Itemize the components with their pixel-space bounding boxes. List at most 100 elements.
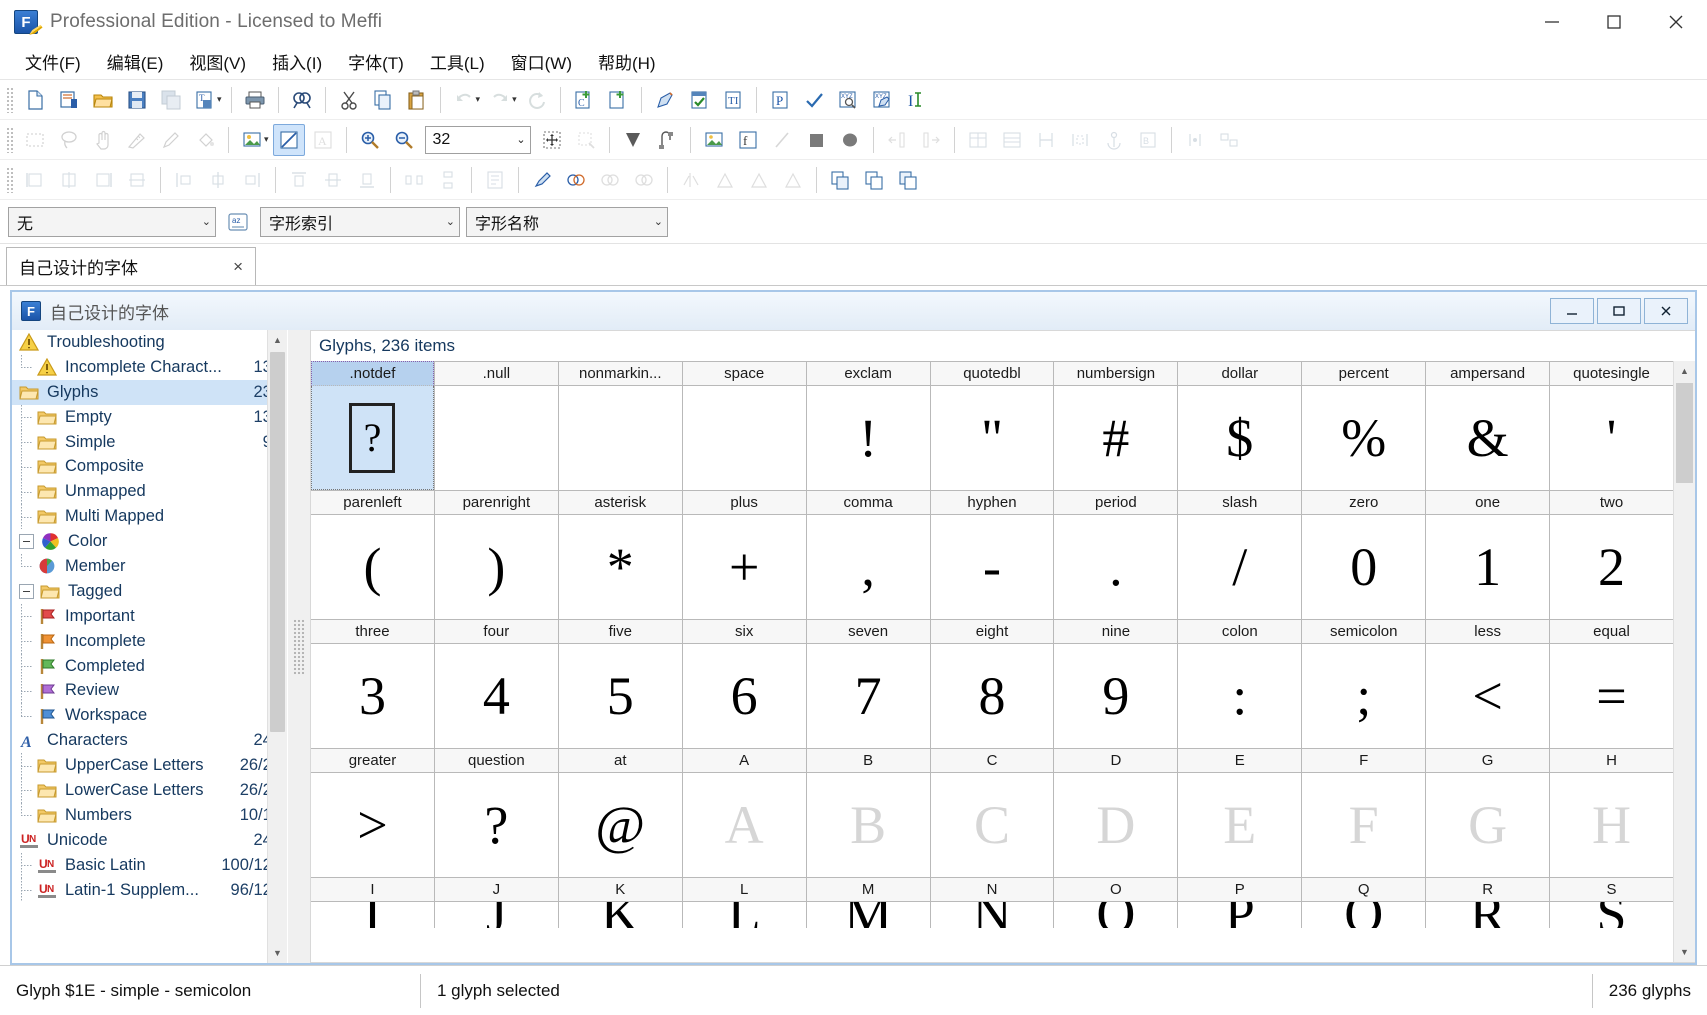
align-contour-center-icon[interactable] xyxy=(53,164,85,196)
tree-item-simple[interactable]: Simple97 xyxy=(12,429,287,455)
glyph-cell[interactable]: AA xyxy=(682,748,807,877)
chevron-down-icon[interactable]: ⌄ xyxy=(194,215,211,228)
toolbar-grip[interactable] xyxy=(6,126,13,153)
tree-item-incomplete-charact[interactable]: Incomplete Charact...138 xyxy=(12,354,287,380)
document-tab[interactable]: 自己设计的字体 × xyxy=(6,247,256,285)
glyph-cell[interactable]: II xyxy=(311,877,435,928)
glyph-cell[interactable]: .notdef? xyxy=(311,361,435,490)
grid-table-icon[interactable] xyxy=(962,124,994,156)
measure-icon[interactable] xyxy=(121,124,153,156)
glyph-cell[interactable]: one 1 xyxy=(1426,490,1551,619)
tree-item-important[interactable]: Important0 xyxy=(12,603,287,629)
glyph-cell[interactable]: question? xyxy=(434,748,559,877)
chevron-down-icon[interactable]: ⌄ xyxy=(438,215,455,228)
tree-expander[interactable] xyxy=(19,583,34,599)
glyph-cell[interactable]: LL xyxy=(682,877,807,928)
zoom-selection-icon[interactable] xyxy=(570,124,602,156)
glyph-cell[interactable]: FF xyxy=(1302,748,1427,877)
rotate-left-icon[interactable] xyxy=(743,164,775,196)
script-filter-combo[interactable]: 无 ⌄ xyxy=(8,206,216,237)
maximize-icon[interactable] xyxy=(1597,298,1641,324)
sort-az-icon[interactable]: az xyxy=(222,206,254,238)
glyph-cell[interactable]: nine 9 xyxy=(1054,619,1179,748)
intersect-contours-icon[interactable] xyxy=(628,164,660,196)
tree-item-workspace[interactable]: Workspace0 xyxy=(12,703,287,728)
glyph-cell[interactable]: zero 0 xyxy=(1302,490,1427,619)
toolbar-grip[interactable] xyxy=(6,86,13,113)
glyph-properties-icon[interactable] xyxy=(479,164,511,196)
scrollbar-thumb[interactable] xyxy=(270,352,285,732)
tree-item-empty[interactable]: Empty139 xyxy=(12,404,287,430)
glyph-cell[interactable]: greater > xyxy=(311,748,435,877)
distribute-right-icon[interactable] xyxy=(236,164,268,196)
tree-item-unicode[interactable]: UNUnicode245 xyxy=(12,828,287,853)
glyph-cell[interactable]: QQ xyxy=(1302,877,1427,928)
glyph-cell[interactable]: parenleft ( xyxy=(311,490,435,619)
fill-bucket-icon[interactable] xyxy=(189,124,221,156)
tree-item-lowercase-letters[interactable]: LowerCase Letters 26/26 xyxy=(12,778,287,803)
panel-splitter[interactable] xyxy=(288,330,310,963)
glyph-cell[interactable]: semicolon; xyxy=(1302,619,1427,748)
cut-icon[interactable] xyxy=(333,84,365,116)
glyph-index-combo[interactable]: 字形索引 ⌄ xyxy=(260,206,460,237)
menu-view[interactable]: 视图(V) xyxy=(178,43,257,80)
save-all-icon[interactable] xyxy=(155,84,187,116)
scroll-up-icon[interactable]: ▲ xyxy=(1674,361,1695,381)
glyph-cell[interactable]: RR xyxy=(1426,877,1551,928)
glyph-cell[interactable]: at @ xyxy=(558,748,683,877)
new-from-template-icon[interactable] xyxy=(53,84,85,116)
tree-expander[interactable] xyxy=(19,534,34,550)
insert-ellipse-icon[interactable] xyxy=(834,124,866,156)
anchor-icon[interactable] xyxy=(1098,124,1130,156)
close-icon[interactable]: × xyxy=(233,257,243,277)
glyph-cell[interactable]: less < xyxy=(1426,619,1551,748)
distribute-horizontal-icon[interactable] xyxy=(398,164,430,196)
scroll-down-icon[interactable]: ▼ xyxy=(1674,942,1695,962)
align-left-contour-icon[interactable] xyxy=(881,124,913,156)
xyz-preview-icon[interactable]: XYZ xyxy=(832,84,864,116)
tree-item-basic-latin[interactable]: U N Basic Latin 100/128 xyxy=(12,852,287,878)
glyph-cell[interactable]: BB xyxy=(806,748,931,877)
glyph-cell[interactable]: seven 7 xyxy=(806,619,931,748)
glyph-cell[interactable]: nonmarkin... xyxy=(558,361,683,490)
transform-nodes-icon[interactable] xyxy=(651,124,683,156)
xyz-edit-icon[interactable]: XYZ xyxy=(866,84,898,116)
test-font-icon[interactable]: TI xyxy=(717,84,749,116)
glyph-cell[interactable]: five 5 xyxy=(558,619,683,748)
glyph-cell[interactable]: ampersand & xyxy=(1426,361,1551,490)
add-glyph-icon[interactable] xyxy=(602,84,634,116)
redo-icon[interactable] xyxy=(484,84,516,116)
glyph-cell[interactable]: DD xyxy=(1054,748,1179,877)
copy-contour-icon[interactable] xyxy=(858,164,890,196)
opentype-features-icon[interactable] xyxy=(1213,124,1245,156)
glyph-cell[interactable]: six 6 xyxy=(682,619,807,748)
new-file-icon[interactable] xyxy=(19,84,51,116)
print-icon[interactable] xyxy=(239,84,271,116)
bitmap-grid-icon[interactable]: B xyxy=(1132,124,1164,156)
glyph-cell[interactable]: equal = xyxy=(1550,619,1673,748)
close-icon[interactable] xyxy=(1645,0,1707,44)
contour-view-icon[interactable] xyxy=(272,123,305,156)
union-contours-icon[interactable] xyxy=(594,164,626,196)
tree-item-uppercase-letters[interactable]: UpperCase Letters 26/26 xyxy=(12,753,287,778)
menu-help[interactable]: 帮助(H) xyxy=(587,43,667,80)
validate-font-icon[interactable] xyxy=(683,84,715,116)
align-contour-right-icon[interactable] xyxy=(87,164,119,196)
glyph-cell[interactable]: slash / xyxy=(1178,490,1303,619)
tree-item-member[interactable]: Member0 xyxy=(12,554,287,579)
glyph-shape-icon[interactable] xyxy=(617,124,649,156)
metrics-view-icon[interactable]: A xyxy=(307,124,339,156)
glyph-cell[interactable]: CC xyxy=(930,748,1055,877)
tree-item-multi-mapped[interactable]: Multi Mapped9 xyxy=(12,504,287,530)
tree-item-numbers[interactable]: Numbers 10/10 xyxy=(12,802,287,828)
tree-item-composite[interactable]: Composite0 xyxy=(12,454,287,480)
align-contour-left-icon[interactable] xyxy=(19,164,51,196)
tree-item-characters[interactable]: ACharacters245 xyxy=(12,728,287,753)
glyph-grid-scrollbar[interactable]: ▲ ▼ xyxy=(1673,361,1695,962)
scroll-down-icon[interactable]: ▼ xyxy=(268,943,287,963)
glyph-cell[interactable]: SS xyxy=(1550,877,1673,928)
paste-icon[interactable] xyxy=(401,84,433,116)
glyph-cell[interactable]: NN xyxy=(930,877,1055,928)
minimize-icon[interactable] xyxy=(1550,298,1594,324)
align-bottom-icon[interactable] xyxy=(351,164,383,196)
